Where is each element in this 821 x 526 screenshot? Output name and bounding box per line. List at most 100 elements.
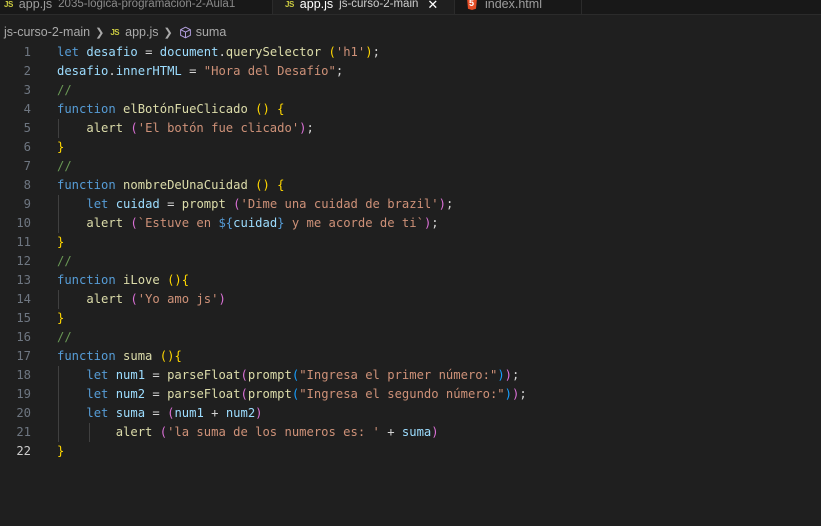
code-token: let — [86, 406, 109, 420]
code-token: cuidad — [115, 197, 160, 211]
code-line[interactable]: 7 // — [0, 157, 821, 176]
code-text: // — [57, 157, 72, 176]
code-line[interactable]: 4 function elBotónFueClicado () { — [0, 100, 821, 119]
code-text: desafio.innerHTML = "Hora del Desafío"; — [57, 62, 343, 81]
tab-index-html[interactable]: index.html — [455, 0, 581, 14]
code-line[interactable]: 2 desafio.innerHTML = "Hora del Desafío"; — [0, 62, 821, 81]
code-token: // — [57, 330, 72, 344]
code-text: let desafio = document.querySelector ('h… — [57, 43, 380, 62]
code-line[interactable]: 14 alert ('Yo amo js') — [0, 290, 821, 309]
code-token: ( — [240, 387, 248, 401]
breadcrumb-folder[interactable]: js-curso-2-main — [4, 25, 90, 39]
javascript-file-icon: JS — [285, 0, 294, 9]
code-line[interactable]: 16 // — [0, 328, 821, 347]
code-line[interactable]: 10 alert (`Estuve en ${cuidad} y me acor… — [0, 214, 821, 233]
code-token: ( — [130, 292, 138, 306]
code-token: = — [159, 197, 182, 211]
code-token: { — [181, 273, 190, 287]
tab-filename: index.html — [485, 0, 542, 11]
code-token: ( — [240, 368, 248, 382]
tab-divider — [581, 0, 582, 14]
code-token: ) — [218, 292, 226, 306]
indent-guide — [58, 366, 59, 442]
tab-app-js-curso-2-main[interactable]: JS app.js js-curso-2-main ✕ — [273, 0, 454, 14]
code-token: ) — [255, 406, 263, 420]
code-token: prompt — [247, 368, 292, 382]
line-number: 15 — [16, 311, 31, 325]
code-token: suma — [123, 349, 153, 363]
code-token: prompt — [181, 197, 226, 211]
code-token: num2 — [225, 406, 256, 420]
code-token: function — [57, 102, 116, 116]
indent-guide — [58, 290, 59, 309]
code-line[interactable]: 19 let num2 = parseFloat(prompt("Ingresa… — [0, 385, 821, 404]
code-line[interactable]: 5 alert ('El botón fue clicado'); — [0, 119, 821, 138]
code-line[interactable]: 12 // — [0, 252, 821, 271]
code-text: // — [57, 328, 72, 347]
code-line[interactable]: 18 let num1 = parseFloat(prompt("Ingresa… — [0, 366, 821, 385]
code-text: alert ('la suma de los numeros es: ' + s… — [57, 423, 439, 442]
code-token: ) — [299, 121, 307, 135]
code-line[interactable]: 3 // — [0, 81, 821, 100]
code-token: // — [57, 83, 72, 97]
code-token: ) — [438, 197, 446, 211]
code-token: ; — [372, 45, 380, 59]
code-token: { — [277, 102, 285, 116]
line-number: 5 — [23, 121, 31, 135]
code-token: 'la suma de los numeros es: ' — [167, 425, 380, 439]
tab-app-js-aula1[interactable]: JS app.js 2035-logica-programacion-2-Aul… — [0, 0, 272, 14]
code-text: let num1 = parseFloat(prompt("Ingresa el… — [57, 366, 519, 385]
code-line[interactable]: 21 alert ('la suma de los numeros es: ' … — [0, 423, 821, 442]
code-token: } — [57, 140, 65, 154]
code-token: ; — [519, 387, 527, 401]
tab-description: 2035-logica-programacion-2-Aula1 — [58, 0, 236, 10]
code-token: nombreDeUnaCuidad — [123, 178, 248, 192]
code-token: // — [57, 254, 72, 268]
code-line[interactable]: 9 let cuidad = prompt ('Dime una cuidad … — [0, 195, 821, 214]
indent-guide — [89, 423, 90, 442]
code-token: y me acorde de ti` — [284, 216, 424, 230]
code-line[interactable]: 1 let desafio = document.querySelector ('… — [0, 43, 821, 62]
line-number: 11 — [16, 235, 31, 249]
code-line[interactable]: 13 function iLove (){ — [0, 271, 821, 290]
code-token: suma — [401, 425, 432, 439]
code-token: ; — [431, 216, 439, 230]
code-text: } — [57, 233, 64, 252]
code-line[interactable]: 17 function suma (){ — [0, 347, 821, 366]
code-token: ; — [445, 197, 454, 211]
line-number: 19 — [16, 387, 31, 401]
code-token: () — [255, 178, 270, 192]
code-token: "Ingresa el segundo número:" — [299, 387, 505, 401]
code-text: function elBotónFueClicado () { — [57, 100, 285, 119]
code-line[interactable]: 15} — [0, 309, 821, 328]
code-token: 'h1' — [335, 45, 366, 59]
code-line[interactable]: 8 function nombreDeUnaCuidad () { — [0, 176, 821, 195]
code-token: ( — [159, 425, 168, 439]
breadcrumb-symbol[interactable]: suma — [196, 25, 227, 39]
code-token: 'El botón fue clicado' — [137, 121, 300, 135]
code-editor[interactable]: 1 let desafio = document.querySelector ('… — [0, 42, 821, 526]
code-token: let — [57, 45, 80, 59]
breadcrumb-file[interactable]: app.js — [125, 25, 158, 39]
code-token: . — [108, 64, 116, 78]
code-line[interactable]: 22} — [0, 442, 821, 461]
code-token: ) — [497, 368, 505, 382]
code-token: ) — [431, 425, 439, 439]
code-token: ; — [335, 64, 344, 78]
code-token: + — [203, 406, 226, 420]
code-token: } — [57, 235, 65, 249]
code-line[interactable]: 20 let suma = (num1 + num2) — [0, 404, 821, 423]
code-line[interactable]: 11} — [0, 233, 821, 252]
code-text: let cuidad = prompt ('Dime una cuidad de… — [57, 195, 453, 214]
code-line[interactable]: 6} — [0, 138, 821, 157]
code-text: } — [57, 138, 64, 157]
code-token: suma — [115, 406, 146, 420]
code-token: iLove — [123, 273, 160, 287]
code-token: document — [159, 45, 219, 59]
code-token: `Estuve en — [137, 216, 219, 230]
chevron-right-icon: ❯ — [95, 26, 105, 39]
close-tab-icon[interactable]: ✕ — [427, 0, 438, 11]
code-token: ) — [504, 368, 512, 382]
